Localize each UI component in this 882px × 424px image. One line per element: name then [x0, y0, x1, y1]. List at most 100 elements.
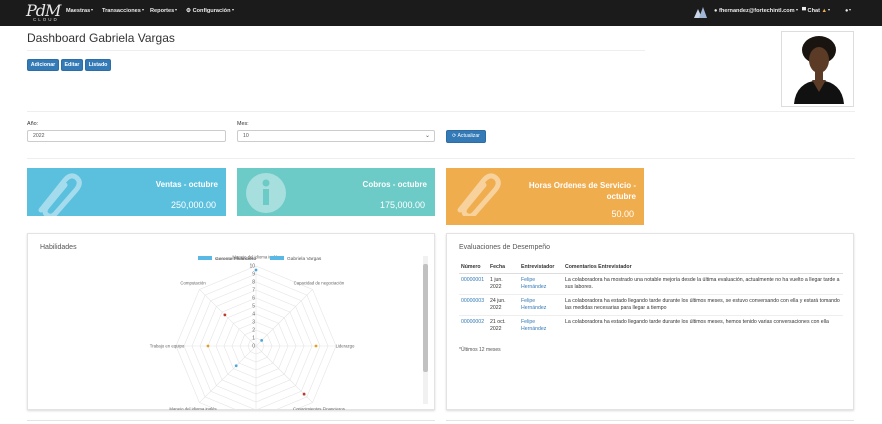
interviewer-comment: La colaboradora ha estado llegando tarde…: [563, 315, 843, 336]
nav-maestras[interactable]: Maestras: [66, 8, 94, 14]
interviewer-link[interactable]: Felipe Hernández: [519, 294, 563, 316]
chevron-down-icon: [828, 9, 831, 11]
radar-tick-label: 6: [252, 296, 255, 302]
evaluation-number-link[interactable]: 00000003: [459, 294, 488, 316]
user-icon: ●: [714, 8, 718, 14]
radar-tick-label: 10: [249, 264, 255, 270]
tile-title: Ventas - octubre: [155, 180, 218, 189]
radar-axis-label: Conocimientos Financieros: [293, 406, 345, 410]
chat-menu[interactable]: ▀ Chat ▲: [802, 8, 831, 14]
paperclip-icon: [38, 173, 82, 216]
chevron-down-icon: ⌄: [424, 133, 430, 139]
radar-tick-label: 2: [252, 328, 255, 334]
panel-edge: [27, 420, 435, 424]
skills-panel: Habilidades 0 1 2 3 4 5 6 7 8 9 10 Manejo del idiom…: [27, 233, 435, 410]
radar-axis-label: Capacidad de negociación: [294, 281, 345, 286]
radar-point: [314, 344, 318, 348]
divider: [27, 158, 855, 159]
scrollbar[interactable]: [423, 256, 428, 404]
paperclip-icon: [457, 173, 501, 216]
service-hours-tile: Horas Ordenes de Servicio - octubre 50.00: [446, 168, 644, 225]
tile-value: 175,000.00: [379, 200, 425, 210]
radar-tick-label: 9: [252, 272, 255, 278]
radar-point: [206, 344, 210, 348]
radar-tick-label: 0: [252, 344, 255, 350]
chevron-down-icon: [849, 9, 852, 11]
tile-value: 50.00: [611, 209, 634, 219]
panel-edge: [446, 420, 854, 424]
month-label: Mes:: [237, 121, 249, 127]
divider: [27, 111, 855, 112]
radar-point: [260, 338, 264, 342]
table-row: 00000002 21 oct. 2022 Felipe Hernández La …: [459, 315, 843, 336]
column-header: Entrevistador: [519, 262, 563, 274]
table-row: 00000001 1 jun. 2022 Felipe Hernández La c…: [459, 273, 843, 295]
chevron-down-icon: [91, 9, 94, 11]
radar-point: [234, 364, 238, 368]
interviewer-comment: La colaboradora ha mostrado una notable …: [563, 273, 843, 295]
panel-title: Evaluaciones de Desempeño: [459, 244, 551, 251]
scrollbar-thumb[interactable]: [423, 264, 428, 372]
interviewer-link[interactable]: Felipe Hernández: [519, 273, 563, 295]
radar-axis-label: Trabajo en equipo: [150, 344, 185, 349]
update-button[interactable]: ⟳ Actualizar: [446, 130, 486, 143]
help-menu[interactable]: ●: [845, 8, 852, 14]
tile-title: Horas Ordenes de Servicio - octubre: [528, 181, 636, 201]
radar-point: [302, 392, 306, 396]
tile-title: Cobros - octubre: [362, 180, 427, 189]
interviewer-link[interactable]: Felipe Hernández: [519, 315, 563, 336]
chevron-down-icon: [141, 9, 144, 11]
nav-transacciones[interactable]: Transacciones: [102, 8, 144, 14]
radar-axis-label: Liderazgo: [336, 344, 355, 349]
page-title: Dashboard Gabriela Vargas: [27, 31, 175, 45]
gear-icon: ⚙: [186, 8, 192, 14]
panel-title: Habilidades: [40, 244, 77, 251]
evaluation-date: 24 jun. 2022: [488, 294, 519, 316]
info-icon: [246, 173, 286, 213]
table-footnote: *Últimos 12 meses: [459, 347, 501, 353]
collections-tile: Cobros - octubre 175,000.00: [237, 168, 435, 216]
radar-tick-label: 7: [252, 288, 255, 294]
add-button[interactable]: Adicionar: [27, 59, 59, 71]
user-menu[interactable]: ● fhernandez@fortechintl.com: [714, 8, 798, 14]
column-header: Comentarios Entrevistador: [563, 262, 843, 274]
tile-value: 250,000.00: [170, 200, 216, 210]
legend-swatch: [270, 256, 284, 260]
column-header: Número: [459, 262, 488, 274]
chevron-down-icon: [175, 9, 178, 11]
radar-axis-label: Computación: [180, 281, 206, 286]
warning-icon: ▲: [821, 8, 828, 14]
top-navbar: PdM CLOUD Maestras Transacciones Reporte…: [0, 0, 882, 26]
year-input[interactable]: 2022: [27, 130, 226, 142]
radar-tick-label: 4: [252, 312, 255, 318]
table-row: 00000003 24 jun. 2022 Felipe Hernández La …: [459, 294, 843, 316]
edit-button[interactable]: Editar: [61, 59, 83, 71]
profile-photo: [781, 31, 854, 107]
radar-tick-label: 5: [252, 304, 255, 310]
evaluation-number-link[interactable]: 00000001: [459, 273, 488, 295]
evaluations-panel: Evaluaciones de Desempeño Número Fecha E…: [446, 233, 854, 410]
app-logo[interactable]: PdM CLOUD: [26, 1, 61, 23]
month-select[interactable]: 10 ⌄: [237, 130, 435, 142]
evaluation-number-link[interactable]: 00000002: [459, 315, 488, 336]
chevron-down-icon: [231, 9, 234, 11]
radar-tick-label: 1: [252, 336, 255, 342]
column-header: Fecha: [488, 262, 519, 274]
radar-point: [223, 313, 227, 317]
nav-configuracion[interactable]: ⚙ Configuración: [186, 8, 234, 14]
help-icon: ●: [845, 8, 849, 14]
evaluation-date: 1 jun. 2022: [488, 273, 519, 295]
nav-reportes[interactable]: Reportes: [150, 8, 178, 14]
radar-point: [254, 268, 258, 272]
evaluation-date: 21 oct. 2022: [488, 315, 519, 336]
refresh-icon: ⟳: [452, 133, 457, 139]
evaluations-table: Número Fecha Entrevistador Comentarios E…: [459, 262, 843, 336]
list-button[interactable]: Listado: [85, 59, 111, 71]
skills-radar-chart: 0 1 2 3 4 5 6 7 8 9 10 Manejo del idioma inglés Capa…: [150, 255, 355, 410]
sales-tile: Ventas - octubre 250,000.00: [27, 168, 226, 216]
legend-label: Gabriela Vargas: [287, 256, 322, 262]
legend-label: Gerente Financiero: [215, 256, 256, 262]
interviewer-comment: La colaboradora ha estado llegando tarde…: [563, 294, 843, 316]
divider: [27, 50, 645, 51]
radar-tick-label: 3: [252, 320, 255, 326]
